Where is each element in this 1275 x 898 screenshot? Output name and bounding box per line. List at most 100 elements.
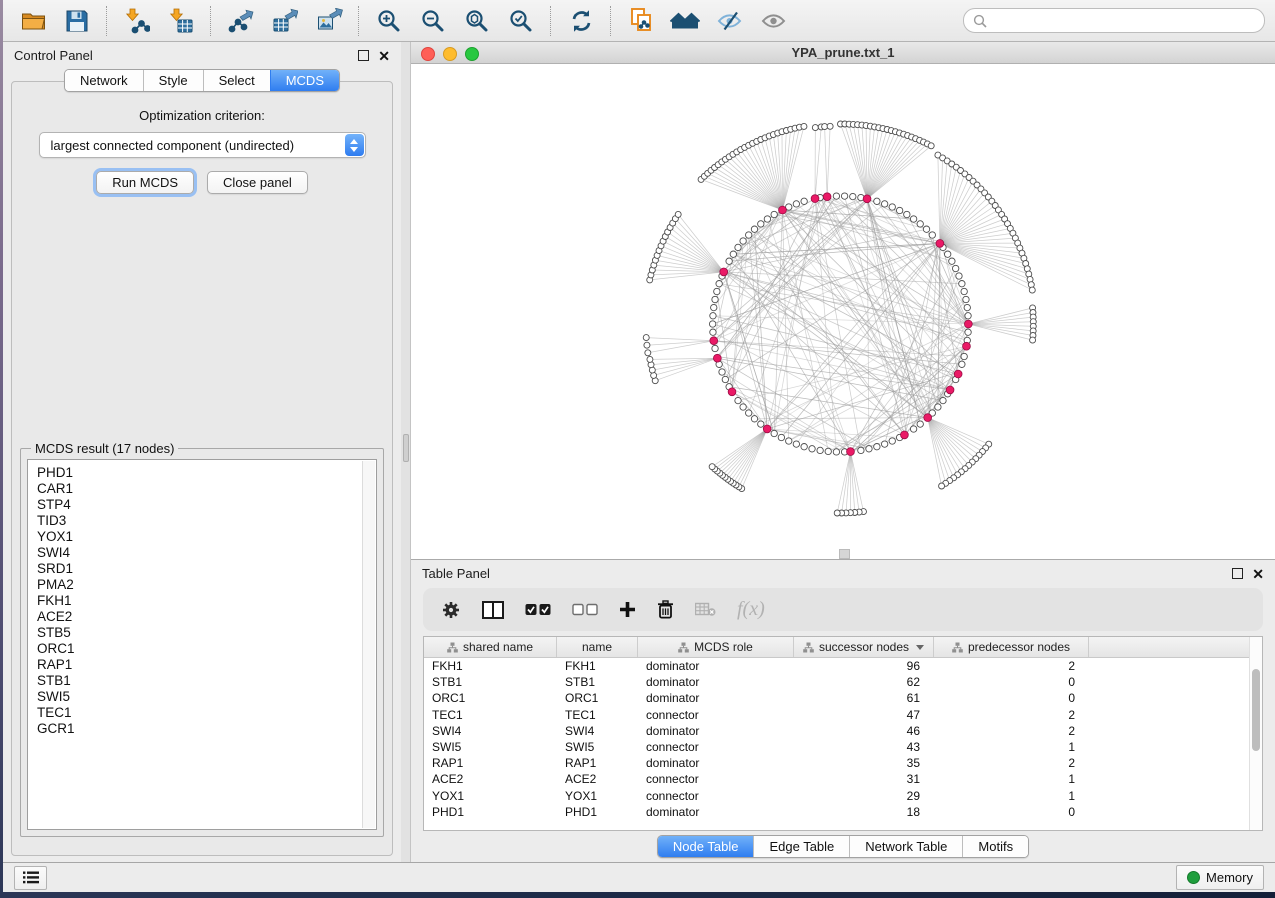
result-list-scrollbar[interactable]	[362, 461, 375, 828]
tab-network[interactable]: Network	[65, 70, 143, 91]
table-cell: FKH1	[557, 659, 638, 673]
import-network-icon[interactable]	[117, 4, 157, 38]
splitter-grip[interactable]	[403, 434, 409, 462]
deselect-all-icon[interactable]	[572, 603, 598, 616]
tab-mcds[interactable]: MCDS	[270, 70, 339, 91]
table-cell: STB1	[424, 675, 557, 689]
show-hidden-icon[interactable]	[753, 4, 793, 38]
mcds-result-item[interactable]: SWI4	[37, 545, 367, 561]
table-cell: 0	[934, 805, 1089, 819]
column-header-successor-nodes[interactable]: successor nodes	[794, 637, 934, 657]
mcds-result-item[interactable]: FKH1	[37, 593, 367, 609]
float-table-panel-icon[interactable]	[1232, 568, 1243, 579]
mcds-result-item[interactable]: PMA2	[37, 577, 367, 593]
search-input[interactable]	[993, 12, 1255, 29]
column-type-icon	[678, 642, 689, 653]
panel-splitter[interactable]	[401, 42, 410, 862]
log-console-button[interactable]	[14, 866, 47, 890]
table-cell: TEC1	[557, 708, 638, 722]
select-all-icon[interactable]	[525, 603, 551, 616]
table-row[interactable]: SWI5SWI5connector431	[424, 739, 1249, 755]
network-window-titlebar[interactable]: YPA_prune.txt_1	[411, 42, 1275, 64]
open-session-icon[interactable]	[13, 4, 53, 38]
close-table-panel-icon[interactable]: ✕	[1252, 569, 1264, 579]
mcds-result-item[interactable]: SWI5	[37, 689, 367, 705]
tab-edge-table[interactable]: Edge Table	[753, 836, 849, 857]
table-row[interactable]: SWI4SWI4dominator462	[424, 723, 1249, 739]
tab-network-table[interactable]: Network Table	[849, 836, 962, 857]
zoom-out-icon[interactable]	[413, 4, 453, 38]
sort-desc-icon	[916, 645, 924, 650]
delete-column-icon[interactable]	[657, 600, 674, 619]
mcds-result-item[interactable]: TID3	[37, 513, 367, 529]
zoom-fit-icon[interactable]	[457, 4, 497, 38]
tab-motifs[interactable]: Motifs	[962, 836, 1028, 857]
column-header-shared-name[interactable]: shared name	[424, 637, 557, 657]
mcds-result-item[interactable]: YOX1	[37, 529, 367, 545]
search-icon	[973, 14, 987, 28]
table-cell: 1	[934, 772, 1089, 786]
function-builder-icon[interactable]: f(x)	[737, 598, 765, 621]
tab-node-table[interactable]: Node Table	[658, 836, 754, 857]
hide-selected-icon[interactable]	[709, 4, 749, 38]
optimization-criterion-select[interactable]: largest connected component (undirected)	[39, 132, 366, 158]
close-panel-icon[interactable]: ✕	[378, 51, 390, 61]
add-column-icon[interactable]	[619, 601, 636, 618]
table-cell: dominator	[638, 675, 794, 689]
canvas-splitter-handle[interactable]	[839, 549, 850, 559]
export-image-icon[interactable]	[309, 4, 349, 38]
table-row[interactable]: TEC1TEC1connector472	[424, 707, 1249, 723]
mcds-result-item[interactable]: STB1	[37, 673, 367, 689]
close-panel-button[interactable]: Close panel	[207, 171, 308, 194]
mcds-result-item[interactable]: PHD1	[37, 465, 367, 481]
delete-table-icon[interactable]	[695, 602, 716, 617]
table-row[interactable]: PHD1PHD1dominator180	[424, 804, 1249, 820]
column-header-name[interactable]: name	[557, 637, 638, 657]
table-row[interactable]: FKH1FKH1dominator962	[424, 658, 1249, 674]
network-canvas[interactable]	[411, 64, 1275, 559]
column-header-predecessor-nodes[interactable]: predecessor nodes	[934, 637, 1089, 657]
table-cell: 46	[794, 724, 934, 738]
mcds-result-item[interactable]: CAR1	[37, 481, 367, 497]
table-scrollbar-thumb[interactable]	[1252, 669, 1260, 751]
zoom-in-icon[interactable]	[369, 4, 409, 38]
mcds-result-item[interactable]: STP4	[37, 497, 367, 513]
window-zoom-button[interactable]	[465, 47, 479, 61]
search-box[interactable]	[963, 8, 1265, 33]
mcds-result-item[interactable]: RAP1	[37, 657, 367, 673]
zoom-selected-icon[interactable]	[501, 4, 541, 38]
table-row[interactable]: YOX1YOX1connector291	[424, 788, 1249, 804]
column-header-MCDS-role[interactable]: MCDS role	[638, 637, 794, 657]
run-mcds-button[interactable]: Run MCDS	[96, 171, 194, 194]
table-row[interactable]: ORC1ORC1dominator610	[424, 690, 1249, 706]
mcds-result-item[interactable]: ORC1	[37, 641, 367, 657]
mcds-result-item[interactable]: STB5	[37, 625, 367, 641]
table-row[interactable]: STB1STB1dominator620	[424, 674, 1249, 690]
tab-select[interactable]: Select	[203, 70, 270, 91]
window-minimize-button[interactable]	[443, 47, 457, 61]
float-panel-icon[interactable]	[358, 50, 369, 61]
tab-style[interactable]: Style	[143, 70, 203, 91]
settings-icon[interactable]	[441, 600, 461, 620]
mcds-result-list[interactable]: PHD1CAR1STP4TID3YOX1SWI4SRD1PMA2FKH1ACE2…	[27, 459, 377, 830]
import-table-icon[interactable]	[161, 4, 201, 38]
network-graph[interactable]	[411, 64, 1275, 559]
table-row[interactable]: RAP1RAP1dominator352	[424, 755, 1249, 771]
memory-button[interactable]: Memory	[1176, 865, 1264, 890]
show-all-networks-icon[interactable]	[665, 4, 705, 38]
refresh-layout-icon[interactable]	[561, 4, 601, 38]
table-scrollbar[interactable]	[1249, 637, 1262, 830]
table-row[interactable]: ACE2ACE2connector311	[424, 771, 1249, 787]
window-close-button[interactable]	[421, 47, 435, 61]
mcds-result-item[interactable]: GCR1	[37, 721, 367, 737]
mcds-result-item[interactable]: ACE2	[37, 609, 367, 625]
clone-network-icon[interactable]	[621, 4, 661, 38]
mcds-result-item[interactable]: TEC1	[37, 705, 367, 721]
export-network-icon[interactable]	[221, 4, 261, 38]
split-panel-icon[interactable]	[482, 601, 504, 619]
mcds-panel: Optimization criterion: largest connecte…	[11, 81, 393, 856]
save-session-icon[interactable]	[57, 4, 97, 38]
table-cell: 47	[794, 708, 934, 722]
mcds-result-item[interactable]: SRD1	[37, 561, 367, 577]
export-table-icon[interactable]	[265, 4, 305, 38]
